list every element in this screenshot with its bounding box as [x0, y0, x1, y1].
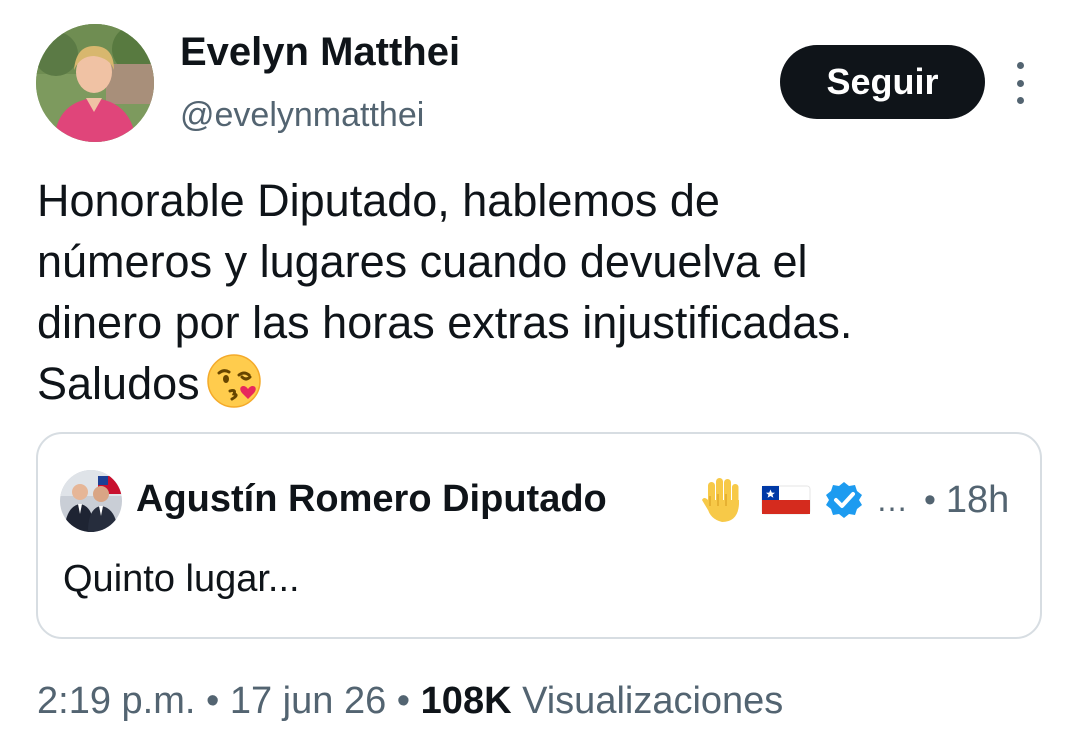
face-blowing-kiss-emoji: [206, 354, 261, 408]
tweet-text-line: Honorable Diputado, hablemos de: [37, 175, 720, 226]
quoted-author-display-name[interactable]: Agustín Romero Diputado: [136, 478, 607, 521]
quoted-tweet-text: Quinto lugar...: [63, 558, 300, 600]
quoted-tweet-time[interactable]: 18h: [946, 479, 1009, 522]
tweet-footer: 2:19 p.m. • 17 jun 26 • 108K Visualizaci…: [37, 680, 783, 723]
quoted-tweet-card[interactable]: Agustín Romero Diputado … • 18h Quinto l…: [36, 432, 1042, 639]
profile-photo: [36, 24, 154, 142]
more-vertical-icon[interactable]: [1005, 62, 1035, 104]
tweet-text-line: números y lugares cuando devuelva el: [37, 236, 808, 287]
quoted-tweet-meta: … • 18h: [698, 472, 1009, 528]
chile-flag-emoji: [761, 485, 811, 515]
tweet-text: Honorable Diputado, hablemos de números …: [37, 170, 1047, 414]
quoted-profile-photo: [60, 470, 122, 532]
tweet-time[interactable]: 2:19 p.m.: [37, 680, 195, 722]
separator-dot: •: [924, 480, 936, 519]
raised-hand-emoji: [702, 478, 739, 522]
author-avatar[interactable]: [36, 24, 154, 142]
tweet-text-line: Saludos: [37, 353, 1047, 414]
tweet-text-line: dinero por las horas extras injustificad…: [37, 297, 853, 348]
author-display-name[interactable]: Evelyn Matthei: [180, 30, 460, 75]
separator-dot: •: [396, 680, 411, 722]
tweet-date[interactable]: 17 jun 26: [230, 680, 386, 722]
author-handle[interactable]: @evelynmatthei: [180, 96, 424, 135]
separator-dot: •: [205, 680, 220, 722]
views-count[interactable]: 108K: [421, 680, 512, 722]
verified-badge-icon: [826, 482, 862, 518]
quoted-name-truncation: …: [876, 481, 908, 518]
quoted-author-avatar[interactable]: [60, 470, 122, 532]
views-label: Visualizaciones: [522, 680, 784, 722]
follow-button[interactable]: Seguir: [780, 45, 985, 119]
tweet-text-saludos: Saludos: [37, 358, 200, 409]
